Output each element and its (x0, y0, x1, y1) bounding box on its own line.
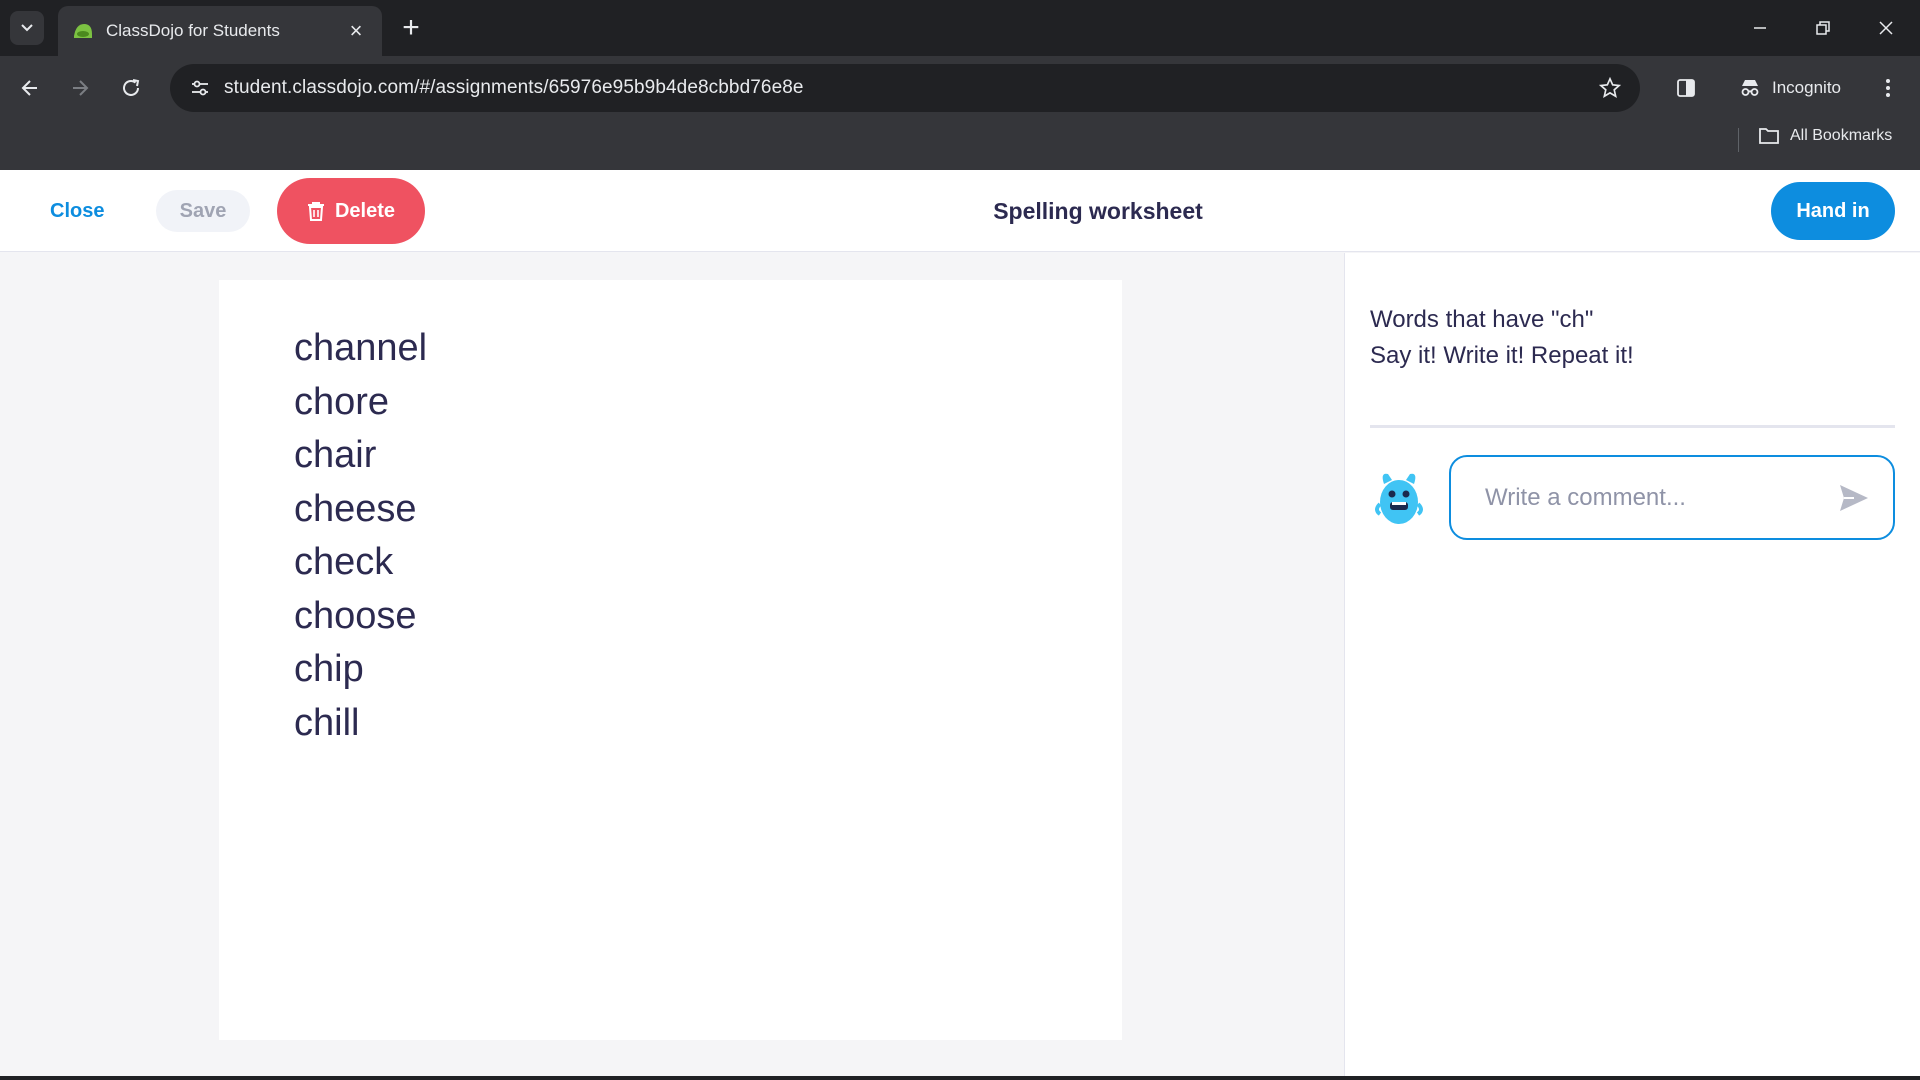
browser-toolbar: student.classdojo.com/#/assignments/6597… (0, 56, 1920, 176)
word-item: chair (294, 434, 377, 476)
assignment-header: Close Save Delete Spelling worksheet Han… (0, 170, 1920, 252)
incognito-indicator[interactable]: Incognito (1728, 66, 1859, 110)
send-comment-button[interactable] (1833, 477, 1875, 519)
monster-avatar (1366, 464, 1432, 530)
word-item: channel (294, 327, 428, 369)
forward-button[interactable] (62, 70, 98, 106)
browser-menu-button[interactable] (1870, 70, 1906, 106)
close-icon (1879, 21, 1893, 35)
word-item: cheese (294, 487, 417, 530)
window-close-button[interactable] (1856, 8, 1916, 48)
delete-button[interactable]: Delete (277, 178, 425, 244)
save-button[interactable]: Save (156, 190, 250, 232)
site-settings-button[interactable] (176, 64, 224, 112)
comment-field[interactable] (1449, 455, 1895, 540)
star-icon (1599, 77, 1621, 98)
word-item: check (294, 541, 394, 583)
new-tab-button[interactable]: + (395, 12, 427, 44)
arrow-right-icon (73, 80, 89, 96)
description-line-2: Say it! Write it! Repeat it! (1370, 342, 1634, 369)
more-vert-icon (1886, 79, 1890, 97)
all-bookmarks-button[interactable]: All Bookmarks (1758, 126, 1892, 146)
tab-title: ClassDojo for Students (106, 21, 280, 40)
bookmark-star-button[interactable] (1586, 64, 1634, 112)
reload-button[interactable] (113, 70, 149, 106)
all-bookmarks-label: All Bookmarks (1790, 127, 1893, 144)
restore-icon (1816, 21, 1830, 35)
incognito-icon (1741, 80, 1759, 96)
minimize-icon (1754, 27, 1766, 29)
delete-label: Delete (334, 199, 396, 222)
word-item: chip (294, 648, 364, 690)
browser-tab-bar: ClassDojo for Students × + (0, 0, 1920, 56)
browser-tab-active[interactable]: ClassDojo for Students × (58, 6, 382, 56)
word-item: choose (294, 594, 417, 637)
assignment-sidebar (1344, 253, 1920, 1080)
bookmarks-separator (1738, 128, 1739, 152)
incognito-label: Incognito (1772, 78, 1841, 97)
spelling-word-list: channel chore chair cheese check choose … (294, 322, 427, 750)
url-text: student.classdojo.com/#/assignments/6597… (224, 77, 804, 98)
comment-input[interactable] (1485, 483, 1833, 512)
hand-in-button[interactable]: Hand in (1771, 182, 1895, 240)
sidebar-divider (1370, 425, 1895, 428)
trash-icon (307, 202, 324, 221)
monster-avatar-icon (1375, 473, 1423, 524)
classdojo-favicon-icon (74, 24, 92, 38)
bottom-edge (0, 1076, 1920, 1080)
minimize-button[interactable] (1730, 8, 1790, 48)
description-line-1: Words that have "ch" (1370, 306, 1594, 333)
close-button[interactable]: Close (38, 190, 116, 232)
back-button[interactable] (12, 70, 48, 106)
word-item: chill (294, 701, 360, 744)
tab-close-icon[interactable]: × (344, 19, 368, 43)
restore-button[interactable] (1793, 8, 1853, 48)
assignment-description: Words that have "ch" Say it! Write it! R… (1370, 302, 1634, 374)
side-panel-button[interactable] (1668, 70, 1704, 106)
arrow-left-icon (21, 80, 37, 96)
tab-search-button[interactable] (10, 11, 44, 45)
send-icon (1840, 484, 1868, 511)
folder-icon (1759, 128, 1779, 144)
address-bar[interactable]: student.classdojo.com/#/assignments/6597… (170, 64, 1640, 112)
side-panel-icon (1677, 79, 1695, 97)
word-item: chore (294, 380, 390, 423)
reload-icon (123, 79, 140, 96)
tune-icon (192, 80, 208, 96)
chevron-down-icon (21, 24, 33, 32)
